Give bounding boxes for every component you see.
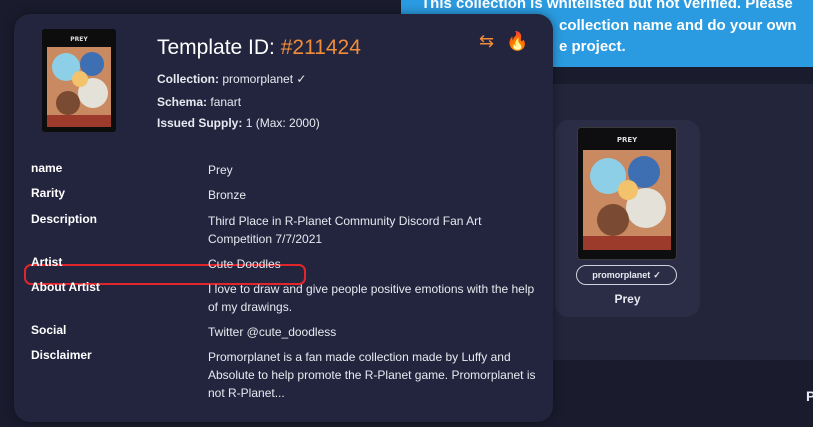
supply-value: 1 (Max: 2000) [245, 116, 320, 130]
card-image-label: PREY [617, 136, 638, 144]
verified-check-icon: ✓ [653, 269, 661, 280]
collection-value[interactable]: promorplanet [222, 72, 293, 86]
verified-check-icon: ✓ [296, 72, 307, 86]
schema-label: Schema: [157, 95, 208, 109]
template-popup: PREY Template ID: #211424 Collection: pr… [14, 14, 553, 422]
template-thumbnail: PREY [42, 29, 116, 132]
burn-icon[interactable]: 🔥 [506, 31, 528, 51]
supply-label: Issued Supply: [157, 116, 243, 130]
schema-line: Schema: fanart [157, 95, 241, 109]
template-title: Template ID: #211424 [157, 36, 361, 60]
attribute-value: Prey [208, 163, 233, 177]
attribute-key: Artist [31, 255, 63, 269]
schema-value[interactable]: fanart [210, 95, 241, 109]
transfer-icon[interactable]: ⇆ [479, 31, 494, 51]
attribute-key: Rarity [31, 186, 66, 200]
banner-line-1: This collection is whitelisted but not v… [421, 0, 793, 12]
template-id: #211424 [280, 36, 361, 59]
attribute-key: Social [31, 323, 67, 337]
collection-pill[interactable]: promorplanet ✓ [576, 265, 677, 285]
banner-line-2: collection name and do your own [559, 17, 797, 34]
attribute-value: Twitter @cute_doodless [208, 325, 337, 339]
attribute-value: Cute Doodles [208, 257, 281, 271]
attribute-value: Third Place in R-Planet Community Discor… [208, 214, 482, 246]
collection-label: Collection: [157, 72, 219, 86]
collection-line: Collection: promorplanet ✓ [157, 72, 306, 86]
nft-card[interactable]: PREY promorplanet ✓ Prey [555, 120, 700, 317]
attribute-key: About Artist [31, 280, 100, 294]
attribute-value: I love to draw and give people positive … [208, 282, 535, 314]
action-icons: ⇆ 🔥 [479, 31, 529, 51]
title-prefix: Template ID: [157, 36, 281, 59]
attribute-value: Promorplanet is a fan made collection ma… [208, 350, 536, 400]
partial-text: P [806, 388, 813, 404]
thumb-image-label: PREY [70, 36, 88, 43]
attribute-key: Disclaimer [31, 348, 92, 362]
card-artwork: PREY [577, 127, 677, 260]
banner-line-3: e project. [559, 38, 626, 55]
attribute-key: name [31, 161, 63, 175]
card-name: Prey [614, 292, 641, 306]
attribute-value: Bronze [208, 188, 247, 202]
collection-name: promorplanet [592, 270, 651, 280]
supply-line: Issued Supply: 1 (Max: 2000) [157, 116, 320, 130]
attribute-key: Description [31, 212, 98, 226]
